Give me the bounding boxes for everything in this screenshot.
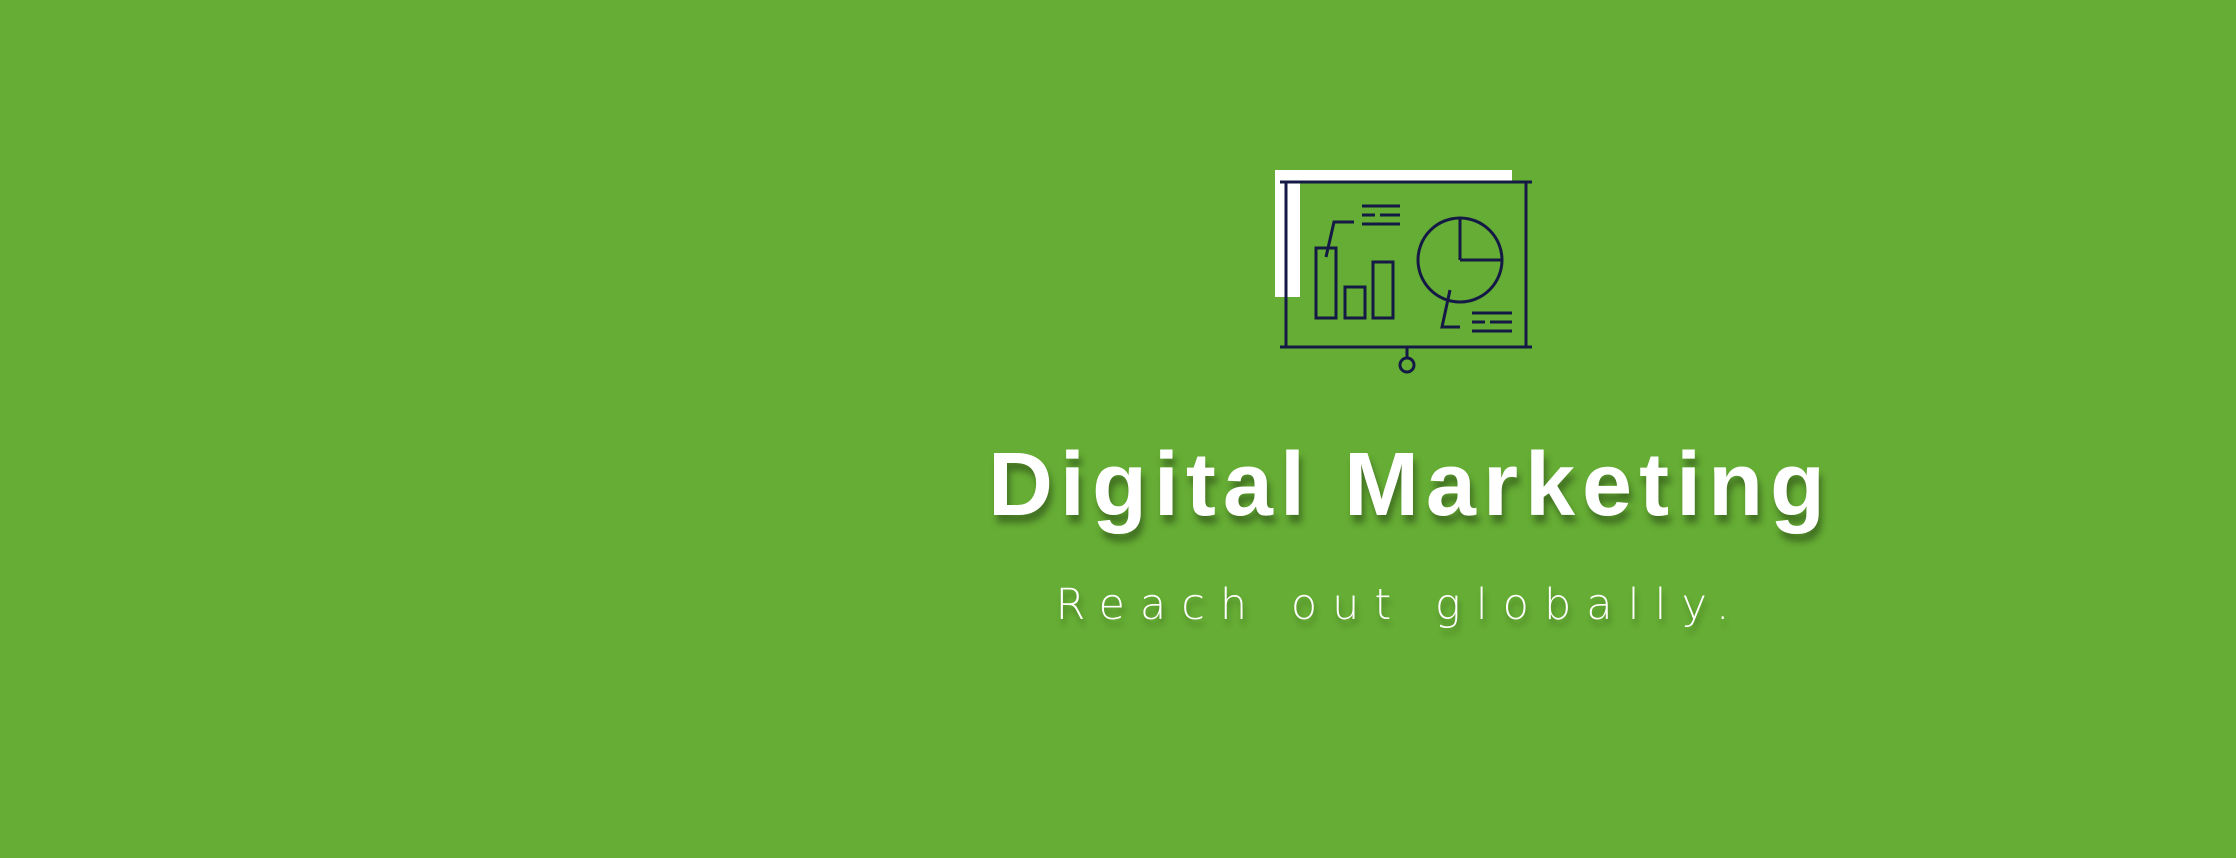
hero-subtitle: Reach out globally.: [1055, 580, 1745, 630]
hero-banner: Digital Marketing Reach out globally.: [0, 0, 2236, 858]
presentation-board-icon: [1270, 165, 1540, 380]
hero-title: Digital Marketing: [987, 435, 1833, 535]
